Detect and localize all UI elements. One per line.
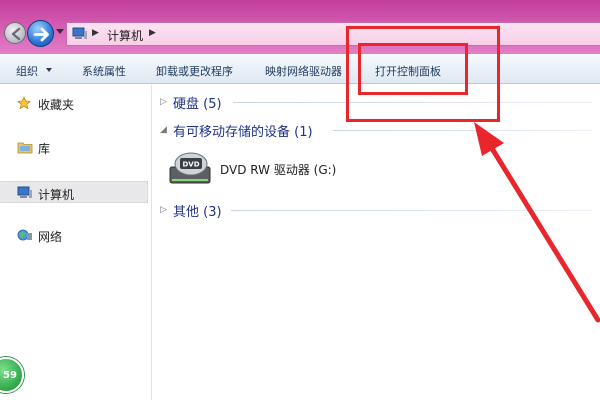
group-title: 硬盘 (5) [173, 97, 222, 112]
forward-button[interactable] [27, 20, 54, 47]
group-header-other[interactable]: ▷ 其他 (3) [153, 200, 593, 220]
back-button[interactable] [4, 22, 26, 44]
window-titlebar: ▶ 计算机 ▶ [0, 0, 600, 54]
sidebar-item-label: 网络 [38, 230, 63, 244]
open-control-panel-button[interactable]: 打开控制面板 [375, 63, 441, 79]
content-pane: ▷ 硬盘 (5) ◢ 有可移动存储的设备 (1) DVD DVD RW 驱动器 … [153, 85, 600, 400]
badge-count: 59 [3, 370, 17, 381]
group-header-hard-disks[interactable]: ▷ 硬盘 (5) [153, 92, 593, 112]
dvd-drive-item[interactable]: DVD DVD RW 驱动器 (G:) [167, 147, 367, 187]
breadcrumb-separator[interactable]: ▶ [149, 28, 156, 38]
expand-arrow-icon[interactable]: ▷ [160, 97, 167, 107]
navigation-pane: 收藏夹 库 计算机 网络 [0, 85, 152, 400]
recent-pages-dropdown-icon[interactable] [56, 29, 64, 35]
expand-arrow-icon[interactable]: ▷ [160, 205, 167, 215]
command-toolbar: 组织 系统属性 卸载或更改程序 映射网络驱动器 打开控制面板 [0, 54, 600, 84]
group-divider [233, 102, 593, 103]
group-divider [231, 210, 593, 211]
folder-icon [17, 142, 33, 154]
sidebar-item-favorites[interactable]: 收藏夹 [0, 92, 148, 114]
sidebar-item-libraries[interactable]: 库 [0, 136, 148, 158]
sidebar-item-computer[interactable]: 计算机 [0, 181, 148, 203]
group-header-removable-storage[interactable]: ◢ 有可移动存储的设备 (1) [153, 120, 593, 140]
computer-icon [72, 27, 87, 39]
breadcrumb-separator[interactable]: ▶ [92, 28, 99, 38]
computer-icon [17, 186, 32, 198]
sidebar-item-label: 库 [38, 142, 51, 156]
arrow-right-icon [33, 27, 49, 42]
dvd-drive-icon: DVD [169, 152, 211, 184]
organize-button[interactable]: 组织 [16, 63, 38, 79]
group-title: 有可移动存储的设备 (1) [173, 125, 313, 140]
arrow-left-icon [11, 27, 21, 41]
chevron-down-icon [46, 68, 52, 72]
dvd-logo-text: DVD [182, 161, 199, 169]
address-bar[interactable]: ▶ 计算机 ▶ [66, 22, 600, 46]
collapse-arrow-icon[interactable]: ◢ [160, 125, 167, 135]
map-network-drive-button[interactable]: 映射网络驱动器 [265, 63, 342, 79]
sidebar-item-label: 收藏夹 [38, 98, 75, 112]
uninstall-program-button[interactable]: 卸载或更改程序 [156, 63, 233, 79]
group-title: 其他 (3) [173, 205, 222, 220]
sidebar-item-label: 计算机 [38, 188, 75, 202]
drive-label: DVD RW 驱动器 (G:) [220, 163, 337, 177]
network-globe-icon [17, 229, 32, 241]
sidebar-item-network[interactable]: 网络 [0, 224, 148, 246]
group-divider [333, 130, 593, 131]
breadcrumb-computer[interactable]: 计算机 [107, 27, 143, 44]
system-properties-button[interactable]: 系统属性 [82, 63, 126, 79]
star-icon [17, 96, 31, 110]
